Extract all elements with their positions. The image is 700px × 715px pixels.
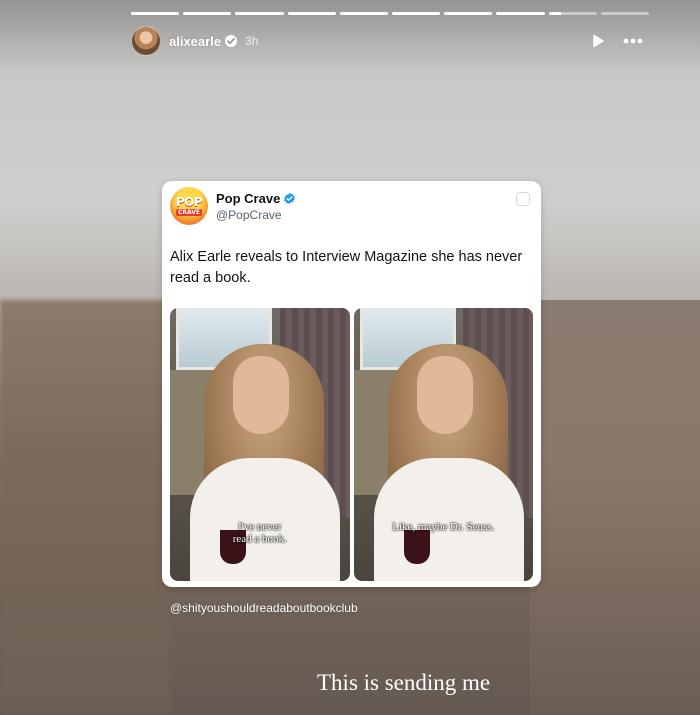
story-progress-bar bbox=[131, 12, 650, 15]
tweet-media: I've never read a book. Like, maybe Dr. … bbox=[170, 308, 533, 581]
progress-segment bbox=[444, 12, 493, 15]
pop-crave-logo: POP CRAVE bbox=[170, 187, 208, 225]
progress-segment bbox=[131, 12, 180, 15]
face bbox=[233, 356, 289, 434]
verified-badge-icon bbox=[283, 192, 296, 205]
tweet-photo-2[interactable]: Like, maybe Dr. Seuss. bbox=[353, 308, 534, 581]
credit-mention[interactable]: @shityoushouldreadaboutbookclub bbox=[170, 601, 358, 615]
username[interactable]: alixearle bbox=[169, 34, 221, 49]
progress-segment bbox=[235, 12, 284, 15]
robe bbox=[373, 458, 524, 581]
photo-caption: Like, maybe Dr. Seuss. bbox=[354, 521, 534, 533]
progress-segment bbox=[548, 12, 597, 15]
background-blur-right bbox=[530, 300, 700, 715]
progress-segment bbox=[183, 12, 232, 15]
more-options-icon[interactable] bbox=[623, 38, 643, 44]
progress-segment bbox=[600, 12, 650, 15]
play-icon[interactable] bbox=[591, 34, 605, 48]
tweet-card[interactable]: POP CRAVE Pop Crave @PopCrave Alix Earle… bbox=[162, 181, 541, 587]
face bbox=[416, 356, 473, 434]
tweet-handle: @PopCrave bbox=[216, 208, 282, 222]
progress-segment bbox=[392, 12, 441, 15]
post-time: 3h bbox=[245, 34, 259, 48]
avatar[interactable] bbox=[131, 26, 161, 56]
caption-line: I've never bbox=[238, 521, 282, 533]
story-header: alixearle 3h bbox=[131, 26, 649, 56]
tweet-text: Alix Earle reveals to Interview Magazine… bbox=[170, 249, 523, 286]
tweet-display-name: Pop Crave bbox=[216, 191, 281, 206]
caption-line: read a book. bbox=[232, 533, 287, 545]
logo-text-bottom: CRAVE bbox=[175, 209, 202, 216]
progress-segment bbox=[287, 12, 336, 15]
photo-caption: I've never read a book. bbox=[170, 521, 350, 545]
verified-icon bbox=[225, 35, 238, 47]
tweet-header: POP CRAVE Pop Crave @PopCrave bbox=[170, 187, 533, 227]
caption-line: Like, maybe Dr. Seuss. bbox=[392, 521, 495, 533]
story-text-overlay: This is sending me bbox=[317, 670, 491, 695]
tweet-photo-1[interactable]: I've never read a book. bbox=[170, 308, 350, 581]
card-corner-icon bbox=[516, 192, 530, 206]
progress-segment bbox=[496, 12, 545, 15]
logo-text-top: POP bbox=[175, 195, 203, 209]
robe bbox=[190, 458, 340, 581]
wine-glass bbox=[403, 530, 430, 564]
background-blur-left bbox=[0, 300, 170, 715]
progress-segment bbox=[339, 12, 389, 15]
